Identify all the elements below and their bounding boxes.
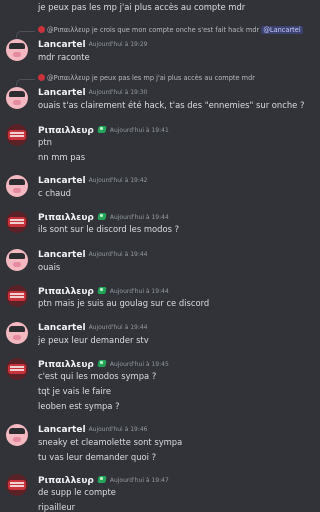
message-text: ptn	[38, 137, 52, 147]
reply-text: je crois que mon compte onche s'est fait…	[91, 26, 260, 34]
reply-author[interactable]: @Ριπαιλλευρ	[47, 26, 90, 34]
message-text: sneaky et cleamolette sont sympa	[38, 437, 183, 447]
reply-spine	[16, 31, 35, 38]
server-tag-icon	[97, 212, 107, 221]
server-tag-icon	[97, 125, 107, 134]
username[interactable]: Lancartel	[38, 323, 86, 333]
avatar[interactable]	[6, 322, 28, 344]
timestamp[interactable]: Aujourd'hui à 19:44	[89, 324, 148, 331]
username[interactable]: Lancartel	[38, 425, 86, 435]
avatar[interactable]	[6, 87, 28, 109]
message-header: Lancartel Aujourd'hui à 19:46	[38, 425, 147, 435]
reply-avatar-icon	[38, 26, 45, 33]
username[interactable]: Ριπαιλλευρ	[38, 126, 94, 136]
message-text: ouais	[38, 262, 61, 272]
message-header: Lancartel Aujourd'hui à 19:29	[38, 40, 147, 50]
message-header: Lancartel Aujourd'hui à 19:42	[38, 176, 147, 186]
message-text: tqt je vais le faire	[38, 386, 112, 396]
message-header: Lancartel Aujourd'hui à 19:44	[38, 323, 147, 333]
timestamp[interactable]: Aujourd'hui à 19:44	[110, 214, 169, 221]
server-tag-icon	[97, 359, 107, 368]
timestamp[interactable]: Aujourd'hui à 19:29	[89, 41, 148, 48]
message-header: Ριπαιλλευρ Aujourd'hui à 19:44	[38, 286, 169, 297]
reply-preview[interactable]: @Ριπαιλλευρ je crois que mon compte onch…	[38, 26, 303, 34]
message-text: leoben est sympa ?	[38, 401, 120, 411]
message-header: Ριπαιλλευρ Aujourd'hui à 19:47	[38, 475, 169, 486]
message-text: mdr raconte	[38, 52, 90, 62]
timestamp[interactable]: Aujourd'hui à 19:44	[110, 288, 169, 295]
avatar[interactable]	[6, 424, 28, 446]
timestamp[interactable]: Aujourd'hui à 19:30	[89, 89, 148, 96]
reply-text: je peux pas les mp j'ai plus accès au co…	[91, 74, 255, 82]
message-header: Ριπαιλλευρ Aujourd'hui à 19:41	[38, 125, 169, 136]
avatar[interactable]	[6, 175, 28, 197]
message-header: Lancartel Aujourd'hui à 19:30	[38, 88, 147, 98]
reply-avatar-icon	[38, 74, 45, 81]
reply-spine	[16, 79, 35, 86]
message-text: ils sont sur le discord les modos ?	[38, 224, 180, 234]
message-header: Lancartel Aujourd'hui à 19:44	[38, 250, 147, 260]
message-text: de supp le compte	[38, 487, 116, 497]
message-text: je peux pas les mp j'ai plus accès au co…	[38, 2, 246, 12]
username[interactable]: Ριπαιλλευρ	[38, 360, 94, 370]
avatar[interactable]	[6, 124, 28, 146]
username[interactable]: Ριπαιλλευρ	[38, 213, 94, 223]
timestamp[interactable]: Aujourd'hui à 19:46	[89, 426, 148, 433]
avatar[interactable]	[6, 285, 28, 307]
mention-tag[interactable]: @Lancartel	[261, 26, 303, 34]
reply-preview[interactable]: @Ριπαιλλευρ je peux pas les mp j'ai plus…	[38, 74, 255, 82]
message-text: ptn mais je suis au goulag sur ce discor…	[38, 298, 210, 308]
message-text: tu vas leur demander quoi ?	[38, 452, 157, 462]
timestamp[interactable]: Aujourd'hui à 19:41	[110, 127, 169, 134]
avatar[interactable]	[6, 474, 28, 496]
chat-message-list: je peux pas les mp j'ai plus accès au co…	[0, 0, 310, 512]
reply-author[interactable]: @Ριπαιλλευρ	[47, 74, 90, 82]
username[interactable]: Lancartel	[38, 88, 86, 98]
username[interactable]: Lancartel	[38, 176, 86, 186]
message-header: Ριπαιλλευρ Aujourd'hui à 19:44	[38, 212, 169, 223]
timestamp[interactable]: Aujourd'hui à 19:44	[89, 251, 148, 258]
message-text: ripailleur	[38, 502, 76, 512]
avatar[interactable]	[6, 249, 28, 271]
avatar[interactable]	[6, 39, 28, 61]
timestamp[interactable]: Aujourd'hui à 19:42	[89, 177, 148, 184]
message-header: Ριπαιλλευρ Aujourd'hui à 19:45	[38, 359, 169, 370]
timestamp[interactable]: Aujourd'hui à 19:45	[110, 361, 169, 368]
timestamp[interactable]: Aujourd'hui à 19:47	[110, 477, 169, 484]
message-text: je peux leur demander stv	[38, 335, 149, 345]
message-text: c'est qui les modos sympa ?	[38, 371, 157, 381]
avatar[interactable]	[6, 358, 28, 380]
username[interactable]: Lancartel	[38, 250, 86, 260]
username[interactable]: Ριπαιλλευρ	[38, 476, 94, 486]
message-text: nn mm pas	[38, 152, 86, 162]
message-text: c chaud	[38, 188, 71, 198]
username[interactable]: Lancartel	[38, 40, 86, 50]
server-tag-icon	[97, 475, 107, 484]
server-tag-icon	[97, 286, 107, 295]
username[interactable]: Ριπαιλλευρ	[38, 287, 94, 297]
message-text: ouais t'as clairement été hack, t'as des…	[38, 100, 305, 110]
avatar[interactable]	[6, 211, 28, 233]
